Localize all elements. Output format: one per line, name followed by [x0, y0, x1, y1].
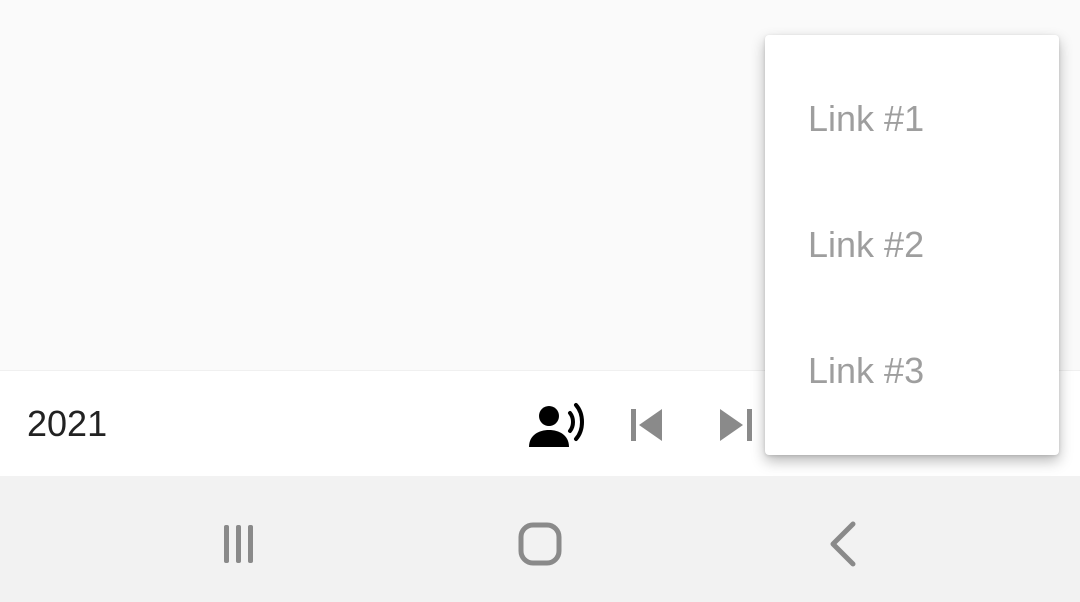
menu-item-link-2[interactable]: Link #2	[765, 182, 1059, 308]
recents-icon	[224, 525, 253, 563]
skip-previous-icon	[631, 409, 662, 441]
year-label: 2021	[27, 403, 108, 444]
overflow-menu: Link #1 Link #2 Link #3	[765, 35, 1059, 455]
next-button[interactable]	[706, 395, 766, 455]
home-button[interactable]	[505, 509, 575, 579]
system-navigation-bar	[0, 476, 1080, 602]
previous-button[interactable]	[617, 395, 677, 455]
record-voice-icon	[529, 403, 584, 447]
menu-item-link-3[interactable]: Link #3	[765, 308, 1059, 434]
back-button[interactable]	[808, 509, 878, 579]
text-to-speech-button[interactable]	[527, 395, 587, 455]
back-icon	[830, 521, 856, 567]
menu-item-link-1[interactable]: Link #1	[765, 56, 1059, 182]
home-icon	[518, 522, 562, 566]
screen: 2021 Link #1 Link #2 Link #3	[0, 0, 1080, 602]
recents-button[interactable]	[203, 509, 273, 579]
skip-next-icon	[720, 409, 752, 441]
